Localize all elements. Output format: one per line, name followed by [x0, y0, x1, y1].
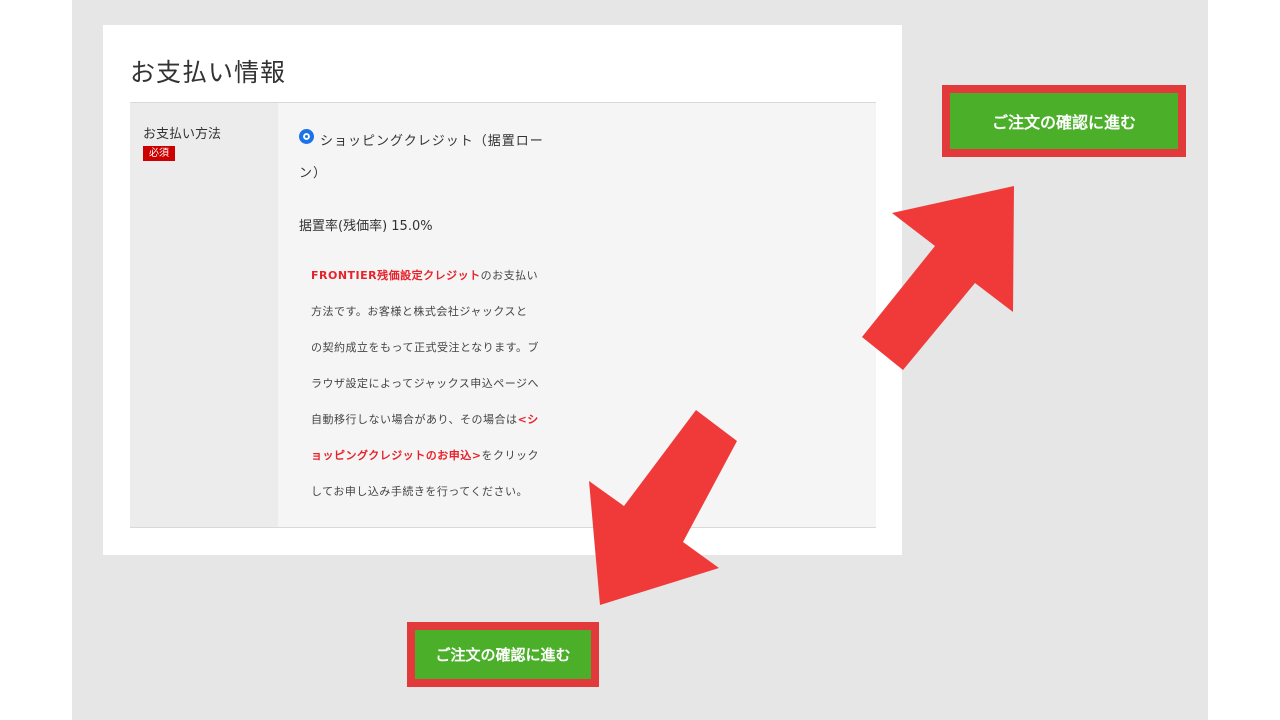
- arrow-down-left-icon: [589, 410, 737, 605]
- confirm-order-button-top[interactable]: ご注文の確認に進む: [950, 93, 1178, 149]
- confirm-order-button-top-highlight: ご注文の確認に進む: [942, 85, 1186, 157]
- confirm-order-button-bottom[interactable]: ご注文の確認に進む: [415, 630, 591, 679]
- confirm-order-button-bottom-highlight: ご注文の確認に進む: [407, 622, 599, 687]
- arrow-up-right-icon: [862, 186, 1014, 370]
